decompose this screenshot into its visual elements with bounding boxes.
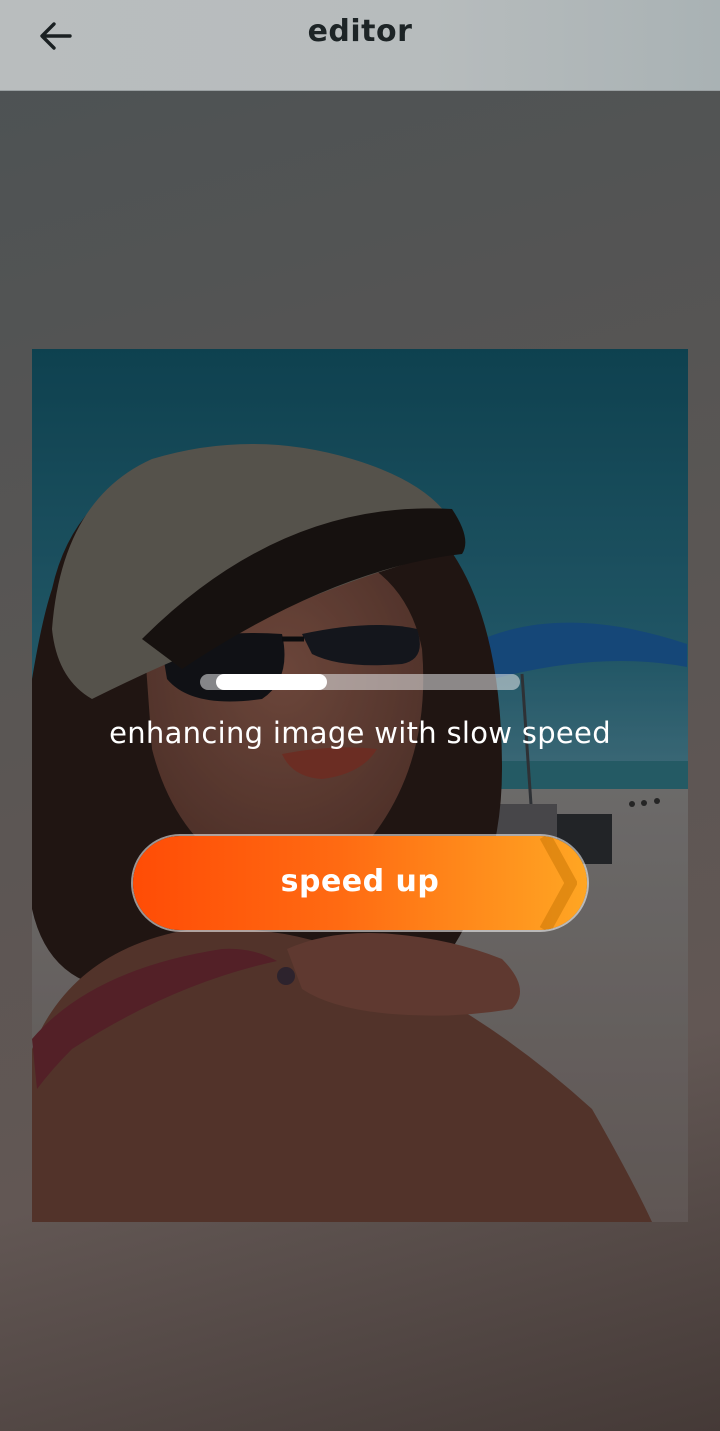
progress-fill — [216, 674, 327, 690]
status-message: enhancing image with slow speed — [109, 716, 611, 750]
page-title: editor — [307, 14, 413, 49]
speed-up-label: speed up — [280, 864, 440, 899]
enhance-progress-bar — [200, 674, 520, 690]
speed-up-button[interactable]: speed up — [133, 836, 587, 930]
app-header: editor — [0, 0, 720, 91]
edited-photo — [32, 349, 688, 1222]
